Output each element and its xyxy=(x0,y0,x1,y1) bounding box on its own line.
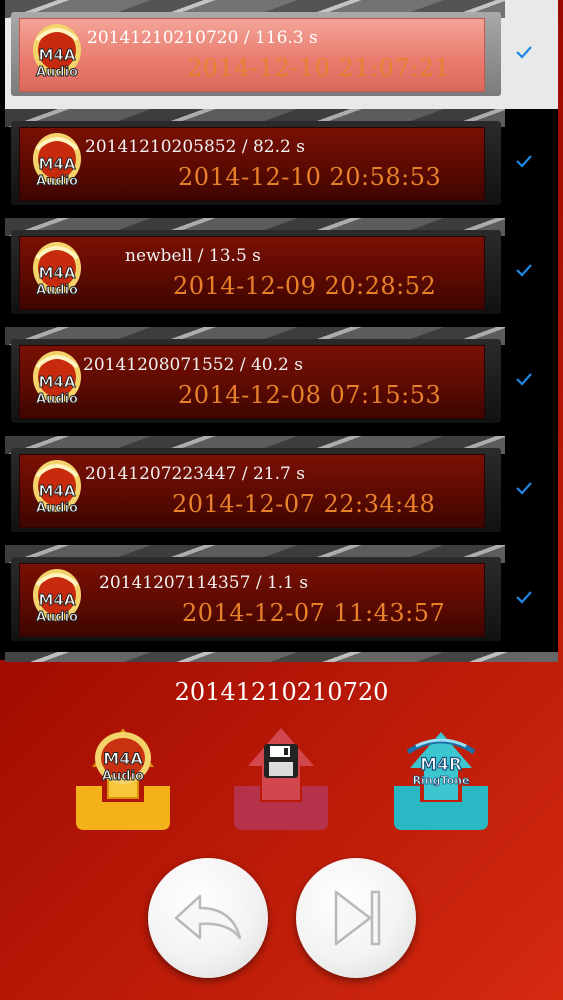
file-icon-line1: M4A xyxy=(39,591,76,609)
file-icon-line2: Audio xyxy=(36,610,78,625)
m4a-audio-icon: M4A Audio xyxy=(33,569,81,626)
check-icon[interactable] xyxy=(512,585,536,609)
ringtone-line1: M4R xyxy=(420,755,462,775)
check-icon[interactable] xyxy=(512,258,536,282)
export-m4a-line1: M4A xyxy=(103,749,143,768)
check-icon[interactable] xyxy=(512,149,536,173)
file-icon-line2: Audio xyxy=(36,501,78,516)
list-item[interactable]: M4A Audio newbell / 13.5 s 2014-12-09 20… xyxy=(5,218,558,327)
skip-next-button[interactable] xyxy=(296,858,416,978)
check-icon[interactable] xyxy=(512,476,536,500)
file-icon-line2: Audio xyxy=(36,283,78,298)
m4a-audio-icon: M4A Audio xyxy=(33,460,81,517)
recording-date: 2014-12-09 20:28:52 xyxy=(173,272,437,300)
recording-date: 2014-12-10 20:58:53 xyxy=(178,163,442,191)
list-item[interactable]: M4A Audio 20141207223447 / 21.7 s 2014-1… xyxy=(5,436,558,545)
recording-title: 20141208071552 / 40.2 s xyxy=(83,355,303,375)
export-m4a-button[interactable]: M4A Audio xyxy=(68,722,178,834)
skip-next-icon xyxy=(334,890,381,946)
export-m4a-line2: Audio xyxy=(102,769,144,784)
back-button[interactable] xyxy=(148,858,268,978)
recording-title: newbell / 13.5 s xyxy=(125,246,261,266)
list-item[interactable]: M4A Audio 20141207114357 / 1.1 s 2014-12… xyxy=(5,545,558,654)
recording-date: 2014-12-08 07:15:53 xyxy=(178,381,442,409)
file-icon-line2: Audio xyxy=(36,392,78,407)
undo-arrow-icon xyxy=(174,894,242,940)
m4a-audio-icon: M4A Audio xyxy=(33,133,81,190)
current-file-name: 20141210210720 xyxy=(174,678,389,706)
recordings-list[interactable]: M4A Audio 20141210210720 / 116.3 s 2014-… xyxy=(0,0,558,662)
export-ringtone-button[interactable]: M4R RingTone xyxy=(386,722,496,834)
recording-date: 2014-12-07 22:34:48 xyxy=(172,490,436,518)
file-icon-line1: M4A xyxy=(39,264,76,282)
m4a-audio-icon: M4A Audio xyxy=(33,351,81,408)
row-divider xyxy=(5,652,558,662)
file-icon-line1: M4A xyxy=(39,46,76,64)
save-button[interactable] xyxy=(226,722,336,834)
list-item[interactable]: M4A Audio 20141210205852 / 82.2 s 2014-1… xyxy=(5,109,558,218)
m4a-audio-icon: M4A Audio xyxy=(33,242,81,299)
floppy-disk-icon xyxy=(264,744,298,778)
list-item[interactable]: M4A Audio 20141210210720 / 116.3 s 2014-… xyxy=(5,0,558,109)
recording-title: 20141207223447 / 21.7 s xyxy=(85,464,305,484)
file-icon-line1: M4A xyxy=(39,373,76,391)
file-icon-line1: M4A xyxy=(39,155,76,173)
list-item[interactable]: M4A Audio 20141208071552 / 40.2 s 2014-1… xyxy=(5,327,558,436)
file-icon-line2: Audio xyxy=(36,174,78,189)
check-icon[interactable] xyxy=(512,40,536,64)
m4a-audio-icon: M4A Audio xyxy=(33,24,81,81)
file-icon-line1: M4A xyxy=(39,482,76,500)
recording-date: 2014-12-10 21:07:21 xyxy=(187,54,451,82)
recording-title: 20141210205852 / 82.2 s xyxy=(85,137,305,157)
check-icon[interactable] xyxy=(512,367,536,391)
ringtone-line2: RingTone xyxy=(413,774,470,787)
recording-title: 20141207114357 / 1.1 s xyxy=(99,573,309,593)
recording-date: 2014-12-07 11:43:57 xyxy=(182,599,446,627)
file-icon-line2: Audio xyxy=(36,65,78,80)
recording-title: 20141210210720 / 116.3 s xyxy=(87,28,318,48)
